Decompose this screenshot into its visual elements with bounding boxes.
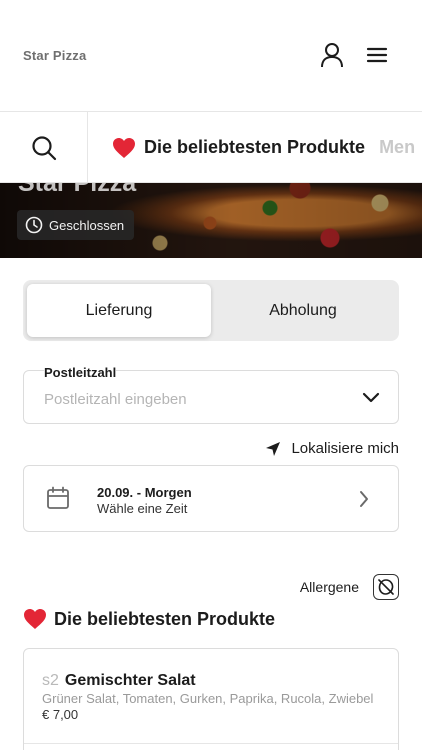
tab-menu[interactable]: Men [379, 137, 415, 158]
chevron-right-icon [358, 489, 370, 514]
postal-code-input[interactable] [44, 391, 344, 408]
order-mode-toggle: Lieferung Abholung [23, 280, 399, 341]
selected-date: 20.09. - Morgen [97, 485, 192, 500]
delivery-option[interactable]: Lieferung [27, 284, 211, 337]
chevron-down-icon[interactable] [362, 390, 380, 408]
divider [24, 743, 398, 744]
pickup-option[interactable]: Abholung [211, 284, 395, 337]
product-name: Gemischter Salat [64, 672, 196, 689]
hamburger-menu-icon[interactable] [362, 40, 392, 70]
tab-label: Die beliebtesten Produkte [144, 137, 366, 157]
locate-me-label: Lokalisiere mich [291, 440, 399, 457]
date-time-picker[interactable]: 20.09. - Morgen Wähle eine Zeit [23, 465, 399, 532]
tab-label: Men [379, 137, 416, 157]
heart-icon [23, 608, 47, 630]
user-icon[interactable] [317, 40, 347, 70]
search-icon[interactable] [0, 112, 88, 182]
app-header: Star Pizza [0, 0, 422, 112]
status-text: Geschlossen [49, 217, 125, 233]
allergen-label: Allergene [299, 579, 359, 595]
product-code: s2 [42, 672, 59, 689]
allergen-icon[interactable] [373, 574, 399, 600]
postal-code-label: Postleitzahl [44, 365, 117, 380]
allergen-filter: Allergene [300, 574, 399, 600]
section-title: Die beliebtesten Produkte [23, 608, 275, 630]
brand-logo-text[interactable]: Star Pizza [23, 48, 86, 63]
location-arrow-icon [266, 441, 281, 456]
tab-popular-products[interactable]: Die beliebtesten Produkte [112, 137, 365, 159]
heart-icon [112, 137, 136, 159]
locate-me-button[interactable]: Lokalisiere mich [265, 440, 399, 457]
product-description: Grüner Salat, Tomaten, Gurken, Paprika, … [42, 691, 374, 706]
restaurant-title: Star Pizza [18, 183, 137, 197]
section-title-text: Die beliebtesten Produkte [54, 608, 276, 629]
calendar-icon [46, 486, 70, 515]
choose-time-hint: Wähle eine Zeit [97, 501, 188, 516]
category-bar: Die beliebtesten Produkte Men [0, 112, 422, 183]
category-tabs: Die beliebtesten Produkte Men [112, 112, 422, 182]
status-badge: Geschlossen [17, 210, 135, 240]
postal-code-field[interactable]: Postleitzahl [23, 365, 399, 424]
product-card[interactable]: s2 Gemischter Salat Grüner Salat, Tomaten… [23, 648, 399, 750]
product-price: € 7,00 [42, 707, 79, 722]
clock-icon [25, 216, 43, 234]
product-name-row: s2 Gemischter Salat [42, 672, 196, 690]
hero-banner: Star Pizza Geschlossen [0, 183, 422, 258]
